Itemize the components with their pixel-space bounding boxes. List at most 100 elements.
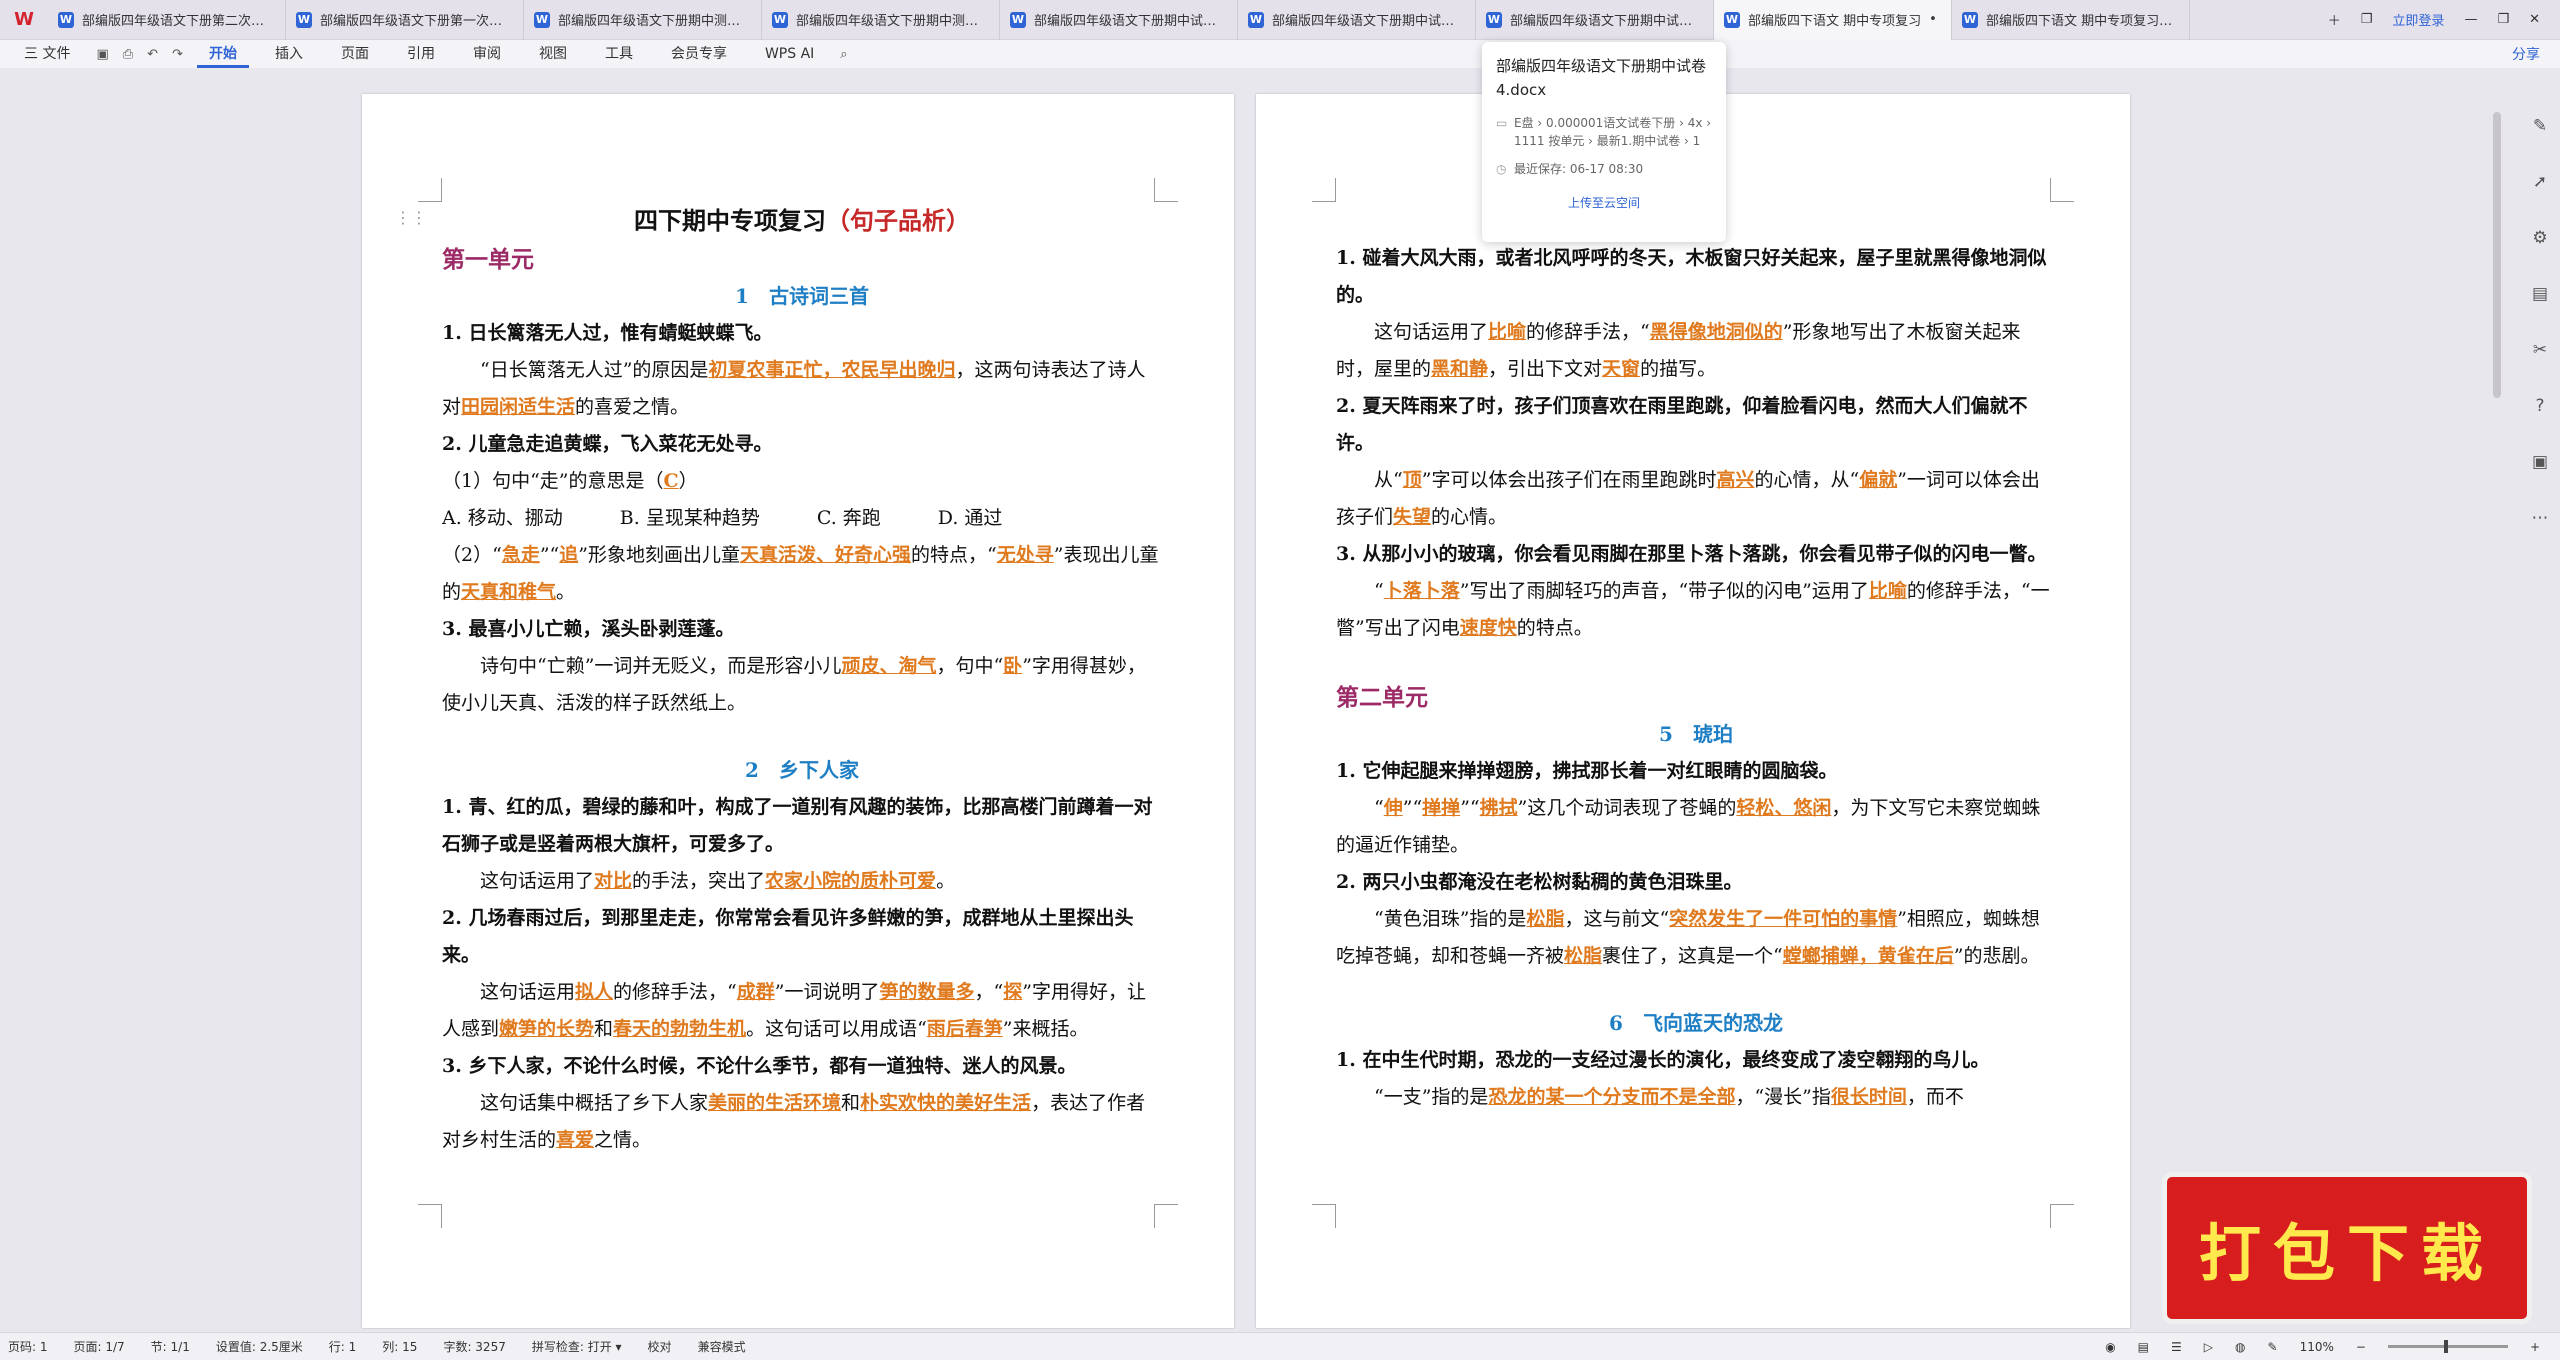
word-doc-icon: W bbox=[534, 11, 550, 28]
word-doc-icon: W bbox=[1486, 11, 1502, 28]
tab-doc-7[interactable]: W 部编版四年级语文下册期中试卷4.do bbox=[1476, 0, 1714, 40]
question: 1. 青、红的瓜，碧绿的藤和叶，构成了一道别有风趣的装饰，比那高楼门前蹲着一对石… bbox=[442, 796, 1153, 855]
tab-reference[interactable]: 引用 bbox=[395, 40, 447, 68]
tab-insert[interactable]: 插入 bbox=[263, 40, 315, 68]
clock-icon: ◷ bbox=[1496, 162, 1507, 176]
vertical-scrollbar[interactable] bbox=[2493, 112, 2501, 398]
word-doc-icon: W bbox=[296, 11, 312, 28]
word-doc-icon: W bbox=[1010, 11, 1026, 28]
tab-review[interactable]: 审阅 bbox=[461, 40, 513, 68]
outline-icon[interactable]: ☰ bbox=[2171, 1340, 2182, 1354]
wps-logo[interactable]: W bbox=[0, 0, 48, 40]
question: 3. 乡下人家，不论什么时候，不论什么季节，都有一道独特、迷人的风景。 bbox=[442, 1055, 1077, 1077]
page-2-content[interactable]: 1. 碰着大风大雨，或者北风呼呼的冬天，木板窗只好关起来，屋子里就黑得像地洞似的… bbox=[1336, 240, 2056, 1116]
popup-file-name: 部编版四年级语文下册期中试卷4.docx bbox=[1496, 57, 1707, 99]
print-icon[interactable]: ⎙ bbox=[123, 47, 133, 62]
pen-icon[interactable]: ✎ bbox=[2268, 1340, 2278, 1354]
answer: 这句话运用拟人的修辞手法，“成群”一词说明了笋的数量多，“探”字用得好，让人感到… bbox=[442, 981, 1146, 1040]
question: 2. 两只小虫都淹没在老松树黏稠的黄色泪珠里。 bbox=[1336, 871, 1743, 893]
tools-icon[interactable]: ✂ bbox=[2533, 340, 2547, 360]
tab-doc-8-active[interactable]: W 部编版四下语文 期中专项复习 • bbox=[1714, 0, 1952, 40]
tab-doc-2[interactable]: W 部编版四年级语文下册第一次月考卷 bbox=[286, 0, 524, 40]
page-corner-mark bbox=[1312, 178, 1336, 202]
doc-title: 四下期中专项复习（句子品析） bbox=[634, 206, 970, 235]
sub-question: （2）“急走”“追”形象地刻画出儿童天真活泼、好奇心强的特点，“无处寻”表现出儿… bbox=[442, 544, 1159, 603]
page-corner-mark bbox=[1154, 178, 1178, 202]
search-icon[interactable]: ⌕ bbox=[840, 47, 847, 62]
status-page: 页码: 1 bbox=[8, 1340, 48, 1354]
drag-handle-icon[interactable]: ⋮⋮ bbox=[395, 208, 427, 227]
help-icon[interactable]: ? bbox=[2535, 396, 2544, 416]
document-page-2: 1. 碰着大风大雨，或者北风呼呼的冬天，木板窗只好关起来，屋子里就黑得像地洞似的… bbox=[1256, 94, 2130, 1328]
plugin-icon[interactable]: ▣ bbox=[2532, 452, 2548, 472]
ribbon-toolbar: 三 文件 ▣ ⎙ ↶ ↷ 开始 插入 页面 引用 审阅 视图 工具 会员专享 W… bbox=[0, 40, 2560, 68]
tab-page[interactable]: 页面 bbox=[329, 40, 381, 68]
page-corner-mark bbox=[418, 1204, 442, 1228]
download-banner[interactable]: 打包下载 bbox=[2162, 1172, 2532, 1324]
tab-doc-9[interactable]: W 部编版四下语文 期中专项复习（课 bbox=[1952, 0, 2190, 40]
tab-doc-3[interactable]: W 部编版四年级语文下册期中测试卷.d bbox=[524, 0, 762, 40]
web-icon[interactable]: ◍ bbox=[2235, 1340, 2245, 1354]
status-bar: 页码: 1 页面: 1/7 节: 1/1 设置值: 2.5厘米 行: 1 列: … bbox=[0, 1332, 2560, 1360]
answer: 诗句中“亡赖”一词并无贬义，而是形容小儿顽皮、淘气，句中“卧”字用得甚妙，使小儿… bbox=[442, 655, 1146, 714]
answer: “伸”“掸掸”“拂拭”这几个动词表现了苍蝇的轻松、悠闲，为下文写它未察觉蜘蛛的逼… bbox=[1336, 797, 2041, 856]
page-corner-mark bbox=[1312, 1204, 1336, 1228]
view-controls: ◉ ▤ ☰ ▷ ◍ ✎ 110% − + bbox=[2105, 1340, 2560, 1354]
file-menu[interactable]: 三 文件 bbox=[12, 40, 82, 68]
review-icon[interactable]: ▤ bbox=[2532, 284, 2548, 304]
play-icon[interactable]: ▷ bbox=[2204, 1340, 2213, 1354]
wps-ai-button[interactable]: WPS AI bbox=[753, 40, 826, 68]
zoom-level[interactable]: 110% bbox=[2300, 1340, 2334, 1354]
zoom-slider[interactable] bbox=[2387, 1340, 2508, 1353]
tab-member[interactable]: 会员专享 bbox=[659, 40, 739, 68]
close-icon[interactable]: • bbox=[1929, 12, 1937, 27]
status-words[interactable]: 字数: 3257 bbox=[443, 1338, 505, 1355]
lesson-heading: 1 古诗词三首 bbox=[735, 284, 869, 308]
more-icon[interactable]: ⋯ bbox=[2532, 508, 2549, 528]
undo-icon[interactable]: ↶ bbox=[147, 47, 158, 62]
redo-icon[interactable]: ↷ bbox=[172, 47, 183, 62]
word-doc-icon: W bbox=[1248, 11, 1264, 28]
tab-start[interactable]: 开始 bbox=[196, 40, 249, 68]
share-button[interactable]: 分享 bbox=[2512, 44, 2540, 64]
zoom-out-icon[interactable]: − bbox=[2356, 1340, 2366, 1354]
settings-icon[interactable]: ⚙ bbox=[2532, 228, 2547, 248]
tab-doc-5[interactable]: W 部编版四年级语文下册期中试卷.doc bbox=[1000, 0, 1238, 40]
page-1-content[interactable]: 四下期中专项复习（句子品析） 第一单元 1 古诗词三首 1. 日长篱落无人过，惟… bbox=[442, 202, 1162, 1159]
status-spell[interactable]: 拼写检查: 打开 ▾ bbox=[532, 1338, 622, 1355]
close-window-icon[interactable]: ✕ bbox=[2529, 12, 2540, 27]
zoom-in-icon[interactable]: + bbox=[2530, 1340, 2540, 1354]
answer: 从“顶”字可以体会出孩子们在雨里跑跳时高兴的心情，从“偏就”一词可以体会出孩子们… bbox=[1336, 469, 2040, 528]
word-doc-icon: W bbox=[58, 11, 74, 28]
restore-icon[interactable]: ❐ bbox=[2497, 12, 2509, 27]
new-tab-icon[interactable]: ＋ bbox=[2328, 10, 2341, 29]
window-icon[interactable]: ❐ bbox=[2361, 12, 2373, 27]
word-doc-icon: W bbox=[1724, 11, 1740, 28]
word-doc-icon: W bbox=[772, 11, 788, 28]
tab-view[interactable]: 视图 bbox=[527, 40, 579, 68]
tab-doc-4[interactable]: W 部编版四年级语文下册期中测试题（ bbox=[762, 0, 1000, 40]
eye-icon[interactable]: ◉ bbox=[2105, 1340, 2115, 1354]
minimize-icon[interactable]: — bbox=[2464, 12, 2477, 27]
tab-doc-1[interactable]: W 部编版四年级语文下册第二次月考试 bbox=[48, 0, 286, 40]
tab-doc-6[interactable]: W 部编版四年级语文下册期中试卷3.do bbox=[1238, 0, 1476, 40]
page-view-icon[interactable]: ▤ bbox=[2138, 1340, 2149, 1354]
save-icon[interactable]: ▣ bbox=[96, 47, 108, 62]
edit-icon[interactable]: ✎ bbox=[2533, 116, 2547, 136]
page-corner-mark bbox=[418, 178, 442, 202]
unit-heading: 第二单元 bbox=[1336, 684, 1428, 711]
status-pages[interactable]: 页面: 1/7 bbox=[74, 1338, 125, 1355]
select-icon[interactable]: ➚ bbox=[2533, 172, 2547, 192]
upload-cloud-link[interactable]: 上传至云空间 bbox=[1496, 194, 1712, 211]
lesson-heading: 2 乡下人家 bbox=[745, 758, 859, 782]
status-proof[interactable]: 校对 bbox=[648, 1338, 672, 1355]
question: 2. 儿童急走追黄蝶，飞入菜花无处寻。 bbox=[442, 433, 773, 455]
question: 2. 夏天阵雨来了时，孩子们顶喜欢在雨里跑跳，仰着脸看闪电，然而大人们偏就不许。 bbox=[1336, 395, 2028, 454]
page-corner-mark bbox=[2050, 178, 2074, 202]
answer: 这句话运用了对比的手法，突出了农家小院的质朴可爱。 bbox=[480, 870, 956, 892]
right-sidebar: ✎ ➚ ⚙ ▤ ✂ ? ▣ ⋯ bbox=[2520, 68, 2560, 1328]
tab-tools[interactable]: 工具 bbox=[593, 40, 645, 68]
folder-icon: ▭ bbox=[1496, 116, 1508, 130]
login-button[interactable]: 立即登录 bbox=[2392, 10, 2444, 29]
file-info-popup: 部编版四年级语文下册期中试卷4.docx ▭ E盘 › 0.000001语文试卷下… bbox=[1482, 42, 1726, 242]
